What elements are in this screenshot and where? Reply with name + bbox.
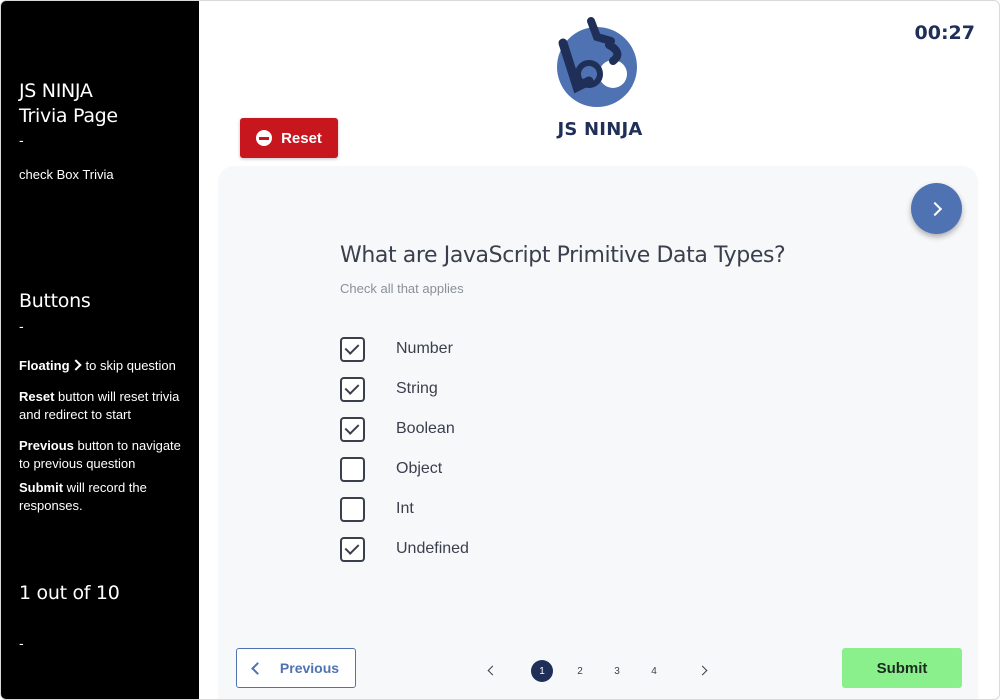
option-label: Undefined xyxy=(396,540,469,557)
option-label: Boolean xyxy=(396,420,455,437)
progress-count: 1 out of 10 xyxy=(19,582,120,604)
option-object[interactable]: Object xyxy=(340,456,442,482)
sidebar-note-reset: Reset button will reset trivia and redir… xyxy=(19,389,180,422)
logo-text: JS NINJA xyxy=(557,119,643,140)
minus-circle-icon xyxy=(256,130,273,146)
option-string[interactable]: String xyxy=(340,376,438,402)
option-label: String xyxy=(396,380,438,397)
reset-button[interactable]: Reset xyxy=(240,118,338,158)
checkbox-checked[interactable] xyxy=(340,376,365,402)
submit-button[interactable]: Submit xyxy=(842,648,962,688)
question-hint: Check all that applies xyxy=(340,281,464,296)
checkbox-checked[interactable] xyxy=(340,336,365,362)
chevron-left-icon xyxy=(251,661,264,675)
sidebar-note-floating: Floating to skip question xyxy=(19,358,176,373)
option-label: Number xyxy=(396,340,453,357)
option-label: Int xyxy=(396,500,414,517)
chevron-right-icon xyxy=(69,359,82,371)
sidebar: JS NINJA Trivia Page - check Box Trivia … xyxy=(1,1,199,699)
checkbox-unchecked[interactable] xyxy=(340,496,365,522)
skip-question-button[interactable] xyxy=(911,183,962,234)
option-label: Object xyxy=(396,460,443,477)
sidebar-dash: - xyxy=(19,318,24,334)
app-frame: JS NINJA Trivia Page - check Box Trivia … xyxy=(0,0,1000,700)
sidebar-note-previous: Previous button to navigate to previous … xyxy=(19,438,181,471)
option-boolean[interactable]: Boolean xyxy=(340,416,455,442)
js-ninja-logo-icon xyxy=(551,15,647,111)
page-3[interactable]: 3 xyxy=(606,660,628,682)
chevron-right-icon xyxy=(927,201,942,216)
previous-button[interactable]: Previous xyxy=(236,648,356,688)
page-4[interactable]: 4 xyxy=(643,660,665,682)
checkbox-checked[interactable] xyxy=(340,416,365,442)
sidebar-title: JS NINJA Trivia Page xyxy=(19,80,118,127)
sidebar-note-submit: Submit will record the responses. xyxy=(19,480,147,513)
checkbox-checked[interactable] xyxy=(340,536,365,562)
previous-label: Previous xyxy=(279,660,340,676)
page-1[interactable]: 1 xyxy=(531,660,553,682)
option-number[interactable]: Number xyxy=(340,336,453,362)
timer: 00:27 xyxy=(914,22,975,44)
sidebar-dash: - xyxy=(19,132,24,148)
option-int[interactable]: Int xyxy=(340,496,414,522)
sidebar-buttons-heading: Buttons xyxy=(19,290,91,312)
reset-label: Reset xyxy=(281,129,322,147)
question-text: What are JavaScript Primitive Data Types… xyxy=(340,243,786,268)
page-2[interactable]: 2 xyxy=(569,660,591,682)
sidebar-dash: - xyxy=(19,635,24,651)
option-undefined[interactable]: Undefined xyxy=(340,536,469,562)
sidebar-subtitle: check Box Trivia xyxy=(19,167,114,182)
checkbox-unchecked[interactable] xyxy=(340,456,365,482)
